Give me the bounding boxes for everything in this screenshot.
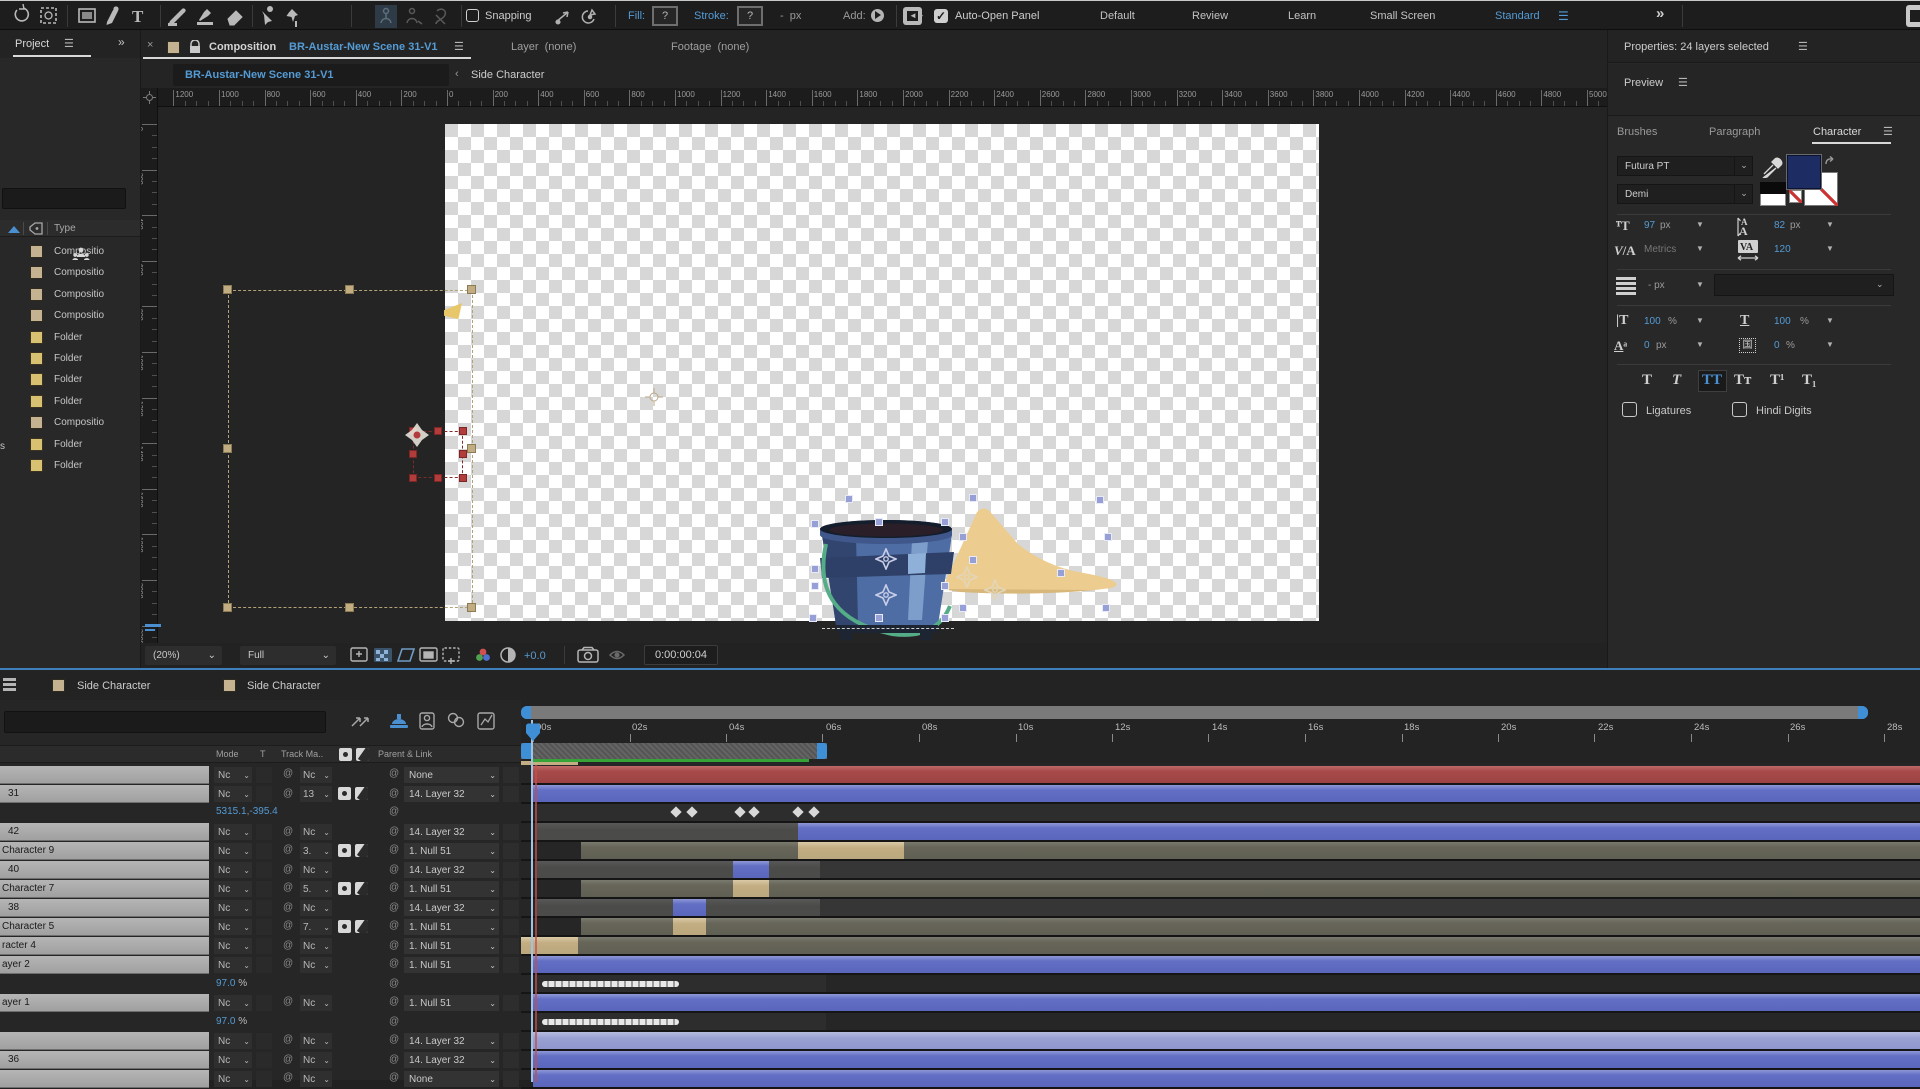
svg-text:VA: VA: [1740, 242, 1754, 253]
svg-text:T: T: [132, 7, 144, 26]
svg-text:A: A: [1739, 224, 1748, 238]
svg-text:+0.0: +0.0: [524, 650, 546, 662]
